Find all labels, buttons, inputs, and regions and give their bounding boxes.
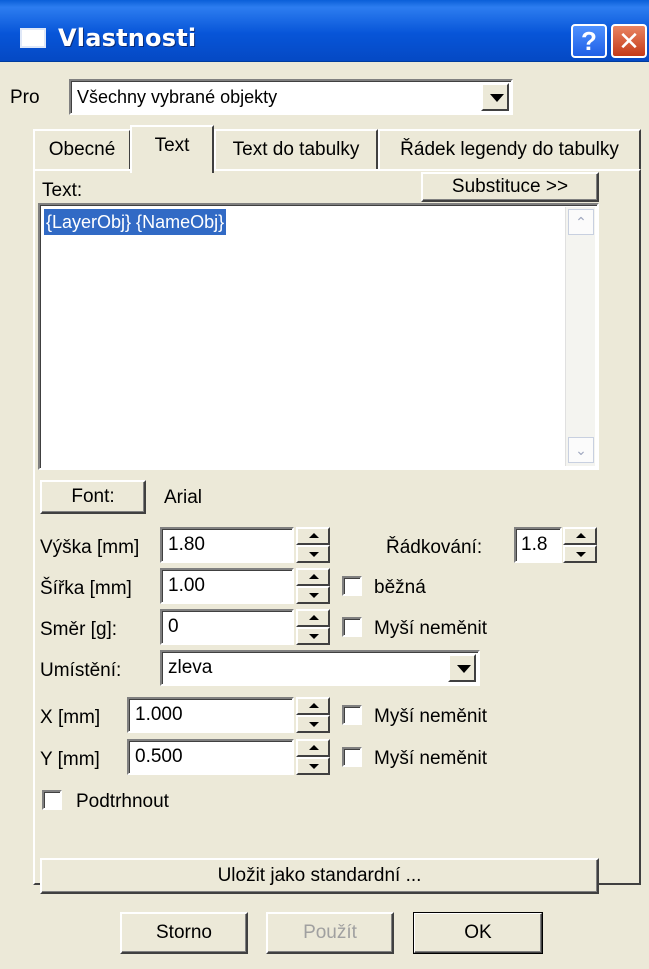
underline-label: Podtrhnout xyxy=(76,791,169,812)
y-stepper[interactable] xyxy=(296,739,330,775)
placement-value: zleva xyxy=(168,657,213,678)
line-spacing-value: 1.8 xyxy=(521,534,548,555)
width-normal-label: běžná xyxy=(374,577,426,598)
line-spacing-input[interactable]: 1.8 xyxy=(514,527,562,563)
width-normal-checkbox[interactable] xyxy=(342,576,362,596)
scope-dropdown-arrow-icon[interactable] xyxy=(481,83,509,111)
x-stepper[interactable] xyxy=(296,697,330,733)
direction-value: 0 xyxy=(168,616,179,637)
placement-label: Umístění: xyxy=(40,660,122,681)
spin-up-icon[interactable] xyxy=(296,697,330,715)
spin-down-icon[interactable] xyxy=(296,545,330,563)
window-title: Vlastnosti xyxy=(58,24,197,52)
spin-down-icon[interactable] xyxy=(296,757,330,775)
scroll-down-icon[interactable]: ⌄ xyxy=(568,437,594,463)
substitution-button[interactable]: Substituce >> xyxy=(421,172,599,202)
line-spacing-label: Řádkování: xyxy=(386,537,483,558)
font-button[interactable]: Font: xyxy=(40,480,146,514)
underline-checkbox[interactable] xyxy=(42,790,62,810)
spin-down-icon[interactable] xyxy=(296,715,330,733)
scope-label: Pro xyxy=(10,87,40,108)
tab-label: Řádek legendy do tabulky xyxy=(400,139,619,160)
tab-label: Obecné xyxy=(48,139,116,160)
y-mouse-label: Myší neměnit xyxy=(374,748,487,769)
placement-select[interactable]: zleva xyxy=(160,650,480,686)
width-value: 1.00 xyxy=(168,575,205,596)
direction-mouse-label: Myší neměnit xyxy=(374,618,487,639)
x-mouse-checkbox[interactable] xyxy=(342,705,362,725)
text-label: Text: xyxy=(42,180,83,201)
apply-button[interactable]: Použít xyxy=(266,912,394,954)
direction-input[interactable]: 0 xyxy=(160,609,294,645)
placement-dropdown-arrow-icon[interactable] xyxy=(448,654,476,682)
cancel-button[interactable]: Storno xyxy=(120,912,248,954)
font-value: Arial xyxy=(164,487,203,508)
text-scrollbar[interactable]: ⌃ ⌄ xyxy=(565,207,595,466)
height-stepper[interactable] xyxy=(296,527,330,563)
spin-down-icon[interactable] xyxy=(296,586,330,604)
width-stepper[interactable] xyxy=(296,568,330,604)
window-icon xyxy=(20,28,46,48)
save-as-default-button[interactable]: Uložit jako standardní ... xyxy=(40,858,599,894)
width-input[interactable]: 1.00 xyxy=(160,568,294,604)
line-spacing-stepper[interactable] xyxy=(563,527,597,563)
spin-up-icon[interactable] xyxy=(296,527,330,545)
help-button[interactable]: ? xyxy=(571,24,607,58)
scope-select-value: Všechny vybrané objekty xyxy=(77,87,278,107)
spin-up-icon[interactable] xyxy=(296,739,330,757)
scroll-up-icon[interactable]: ⌃ xyxy=(568,209,594,235)
y-input[interactable]: 0.500 xyxy=(127,739,294,775)
text-area[interactable]: {LayerObj} {NameObj} ⌃ ⌄ xyxy=(38,203,599,470)
title-bar[interactable]: Vlastnosti ? ✕ xyxy=(0,0,649,62)
width-label: Šířka [mm] xyxy=(40,578,132,599)
tab-legend-row-to-table[interactable]: Řádek legendy do tabulky xyxy=(378,129,641,169)
x-value: 1.000 xyxy=(135,704,183,725)
height-input[interactable]: 1.80 xyxy=(160,527,294,563)
tab-label: Text do tabulky xyxy=(232,139,360,160)
y-value: 0.500 xyxy=(135,746,183,767)
spin-up-icon[interactable] xyxy=(296,568,330,586)
spin-down-icon[interactable] xyxy=(563,545,597,563)
tab-text-to-table[interactable]: Text do tabulky xyxy=(214,129,378,169)
close-button[interactable]: ✕ xyxy=(611,24,647,58)
scope-select[interactable]: Všechny vybrané objekty xyxy=(69,79,513,115)
x-label: X [mm] xyxy=(40,707,101,728)
direction-mouse-checkbox[interactable] xyxy=(342,617,362,637)
spin-up-icon[interactable] xyxy=(296,609,330,627)
y-label: Y [mm] xyxy=(40,749,100,770)
tab-label: Text xyxy=(154,135,190,156)
height-value: 1.80 xyxy=(168,534,205,555)
x-mouse-label: Myší neměnit xyxy=(374,706,487,727)
tab-text[interactable]: Text xyxy=(130,125,214,173)
x-input[interactable]: 1.000 xyxy=(127,697,294,733)
height-label: Výška [mm] xyxy=(40,537,140,558)
y-mouse-checkbox[interactable] xyxy=(342,747,362,767)
spin-up-icon[interactable] xyxy=(563,527,597,545)
direction-stepper[interactable] xyxy=(296,609,330,645)
tab-general[interactable]: Obecné xyxy=(33,129,131,169)
direction-label: Směr [g]: xyxy=(40,619,118,640)
text-area-content[interactable]: {LayerObj} {NameObj} xyxy=(44,209,227,235)
ok-button[interactable]: OK xyxy=(413,912,543,954)
spin-down-icon[interactable] xyxy=(296,627,330,645)
